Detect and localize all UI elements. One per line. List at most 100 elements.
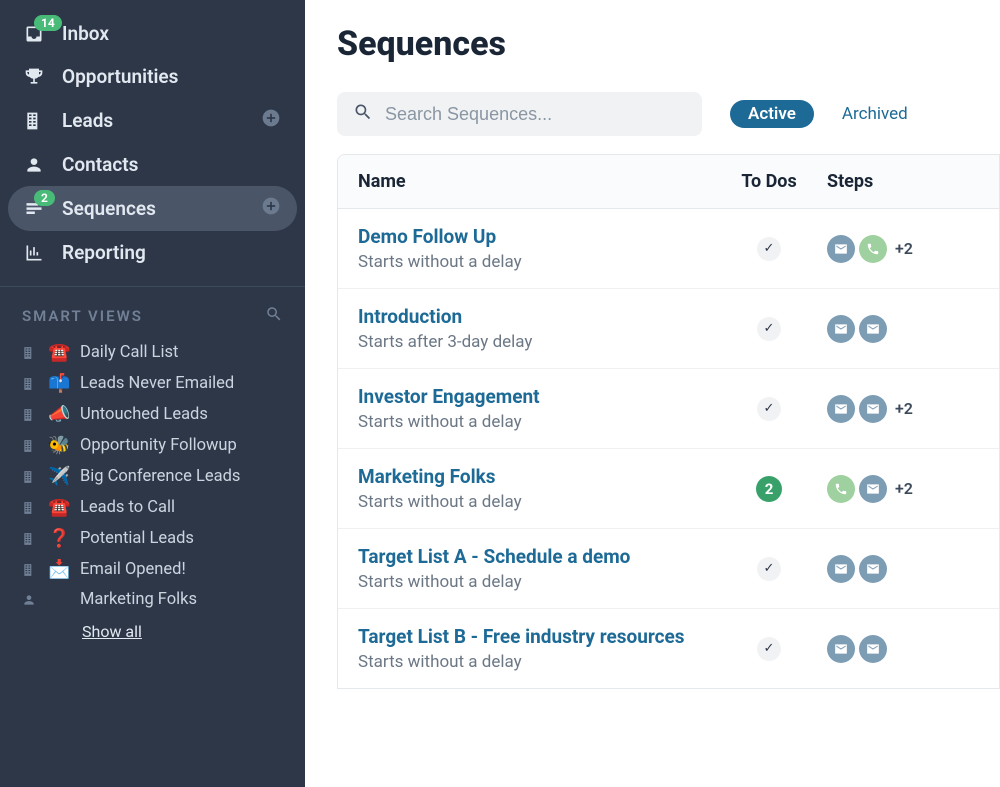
row-todos-cell: ✓	[719, 237, 819, 261]
sequence-subtitle: Starts without a delay	[358, 412, 719, 432]
mail-icon	[859, 635, 887, 663]
smart-view-item[interactable]: ✈️ Big Conference Leads	[0, 461, 305, 492]
mail-icon	[859, 395, 887, 423]
mail-icon	[859, 555, 887, 583]
todo-check-icon[interactable]: ✓	[757, 637, 781, 661]
smart-view-item[interactable]: 📫Leads Never Emailed	[0, 368, 305, 399]
sv-emoji: ☎️	[48, 497, 72, 518]
row-steps-cell	[819, 635, 979, 663]
steps-more: +2	[895, 479, 913, 498]
row-name-cell: Target List A - Schedule a demo Starts w…	[358, 545, 719, 592]
sidebar: 14InboxOpportunitiesLeadsContacts 2 Sequen…	[0, 0, 305, 787]
phone-icon	[859, 235, 887, 263]
filter-active[interactable]: Active	[730, 100, 814, 128]
smart-views-header: SMART VIEWS	[0, 305, 305, 337]
table-row: Introduction Starts after 3-day delay ✓	[338, 289, 999, 369]
sequence-title[interactable]: Introduction	[358, 305, 719, 328]
inbox-label: Inbox	[62, 22, 109, 45]
mail-icon	[827, 555, 855, 583]
table-header: Name To Dos Steps	[338, 155, 999, 209]
smart-view-item[interactable]: Marketing Folks	[0, 585, 305, 614]
sv-label: Potential Leads	[80, 529, 194, 548]
row-steps-cell	[819, 315, 979, 343]
building-icon	[22, 346, 38, 360]
sequences-label: Sequences	[62, 197, 156, 220]
sv-emoji: ✈️	[48, 466, 72, 487]
row-todos-cell: ✓	[719, 637, 819, 661]
nav-inbox[interactable]: 14Inbox	[8, 12, 297, 55]
sequence-title[interactable]: Demo Follow Up	[358, 225, 719, 248]
todo-check-icon[interactable]: ✓	[757, 317, 781, 341]
smart-view-item[interactable]: 📩 Email Opened!	[0, 554, 305, 585]
mail-icon	[827, 315, 855, 343]
smart-view-item[interactable]: ☎️Daily Call List	[0, 337, 305, 368]
main: Sequences Active Archived Name To Dos St…	[305, 0, 1000, 787]
sequences-badge: 2	[34, 190, 55, 206]
steps-more: +2	[895, 399, 913, 418]
smart-view-item[interactable]: 🐝Opportunity Followup	[0, 430, 305, 461]
sv-label: Email Opened!	[80, 560, 186, 579]
mail-icon	[827, 395, 855, 423]
row-steps-cell	[819, 555, 979, 583]
building-icon	[22, 501, 38, 515]
person-icon	[22, 593, 38, 607]
col-todos: To Dos	[719, 171, 819, 192]
search-icon[interactable]	[265, 305, 283, 327]
sequence-title[interactable]: Investor Engagement	[358, 385, 719, 408]
row-steps-cell: +2	[819, 475, 979, 503]
steps-more: +2	[895, 239, 913, 258]
table-row: Demo Follow Up Starts without a delay ✓ …	[338, 209, 999, 289]
leads-add-button[interactable]	[261, 108, 281, 133]
nav-leads[interactable]: Leads	[8, 98, 297, 143]
row-todos-cell: ✓	[719, 557, 819, 581]
sequence-title[interactable]: Target List B - Free industry resources	[358, 625, 719, 648]
sequence-title[interactable]: Marketing Folks	[358, 465, 719, 488]
col-name: Name	[358, 171, 719, 192]
mail-icon	[827, 635, 855, 663]
todo-check-icon[interactable]: ✓	[757, 557, 781, 581]
sequences-add-button[interactable]	[261, 196, 281, 221]
sequence-subtitle: Starts without a delay	[358, 572, 719, 592]
sv-label: Opportunity Followup	[80, 436, 237, 455]
sequences-icon: 2	[24, 198, 52, 220]
todo-check-icon[interactable]: ✓	[757, 397, 781, 421]
reporting-icon	[24, 242, 52, 264]
smart-view-item[interactable]: ☎️ Leads to Call	[0, 492, 305, 523]
smart-view-item[interactable]: ❓Potential Leads	[0, 523, 305, 554]
col-steps: Steps	[819, 171, 979, 192]
row-name-cell: Marketing Folks Starts without a delay	[358, 465, 719, 512]
sidebar-divider	[0, 286, 305, 287]
table-row: Target List A - Schedule a demo Starts w…	[338, 529, 999, 609]
opportunities-icon	[24, 66, 52, 88]
table-row: Investor Engagement Starts without a del…	[338, 369, 999, 449]
filter-archived[interactable]: Archived	[842, 104, 908, 124]
building-icon	[22, 563, 38, 577]
building-icon	[22, 470, 38, 484]
row-name-cell: Demo Follow Up Starts without a delay	[358, 225, 719, 272]
building-icon	[22, 439, 38, 453]
reporting-label: Reporting	[62, 241, 146, 264]
sv-label: Leads to Call	[80, 498, 175, 517]
smart-view-item[interactable]: 📣Untouched Leads	[0, 399, 305, 430]
sequence-subtitle: Starts without a delay	[358, 652, 719, 672]
nav-opportunities[interactable]: Opportunities	[8, 55, 297, 98]
row-name-cell: Introduction Starts after 3-day delay	[358, 305, 719, 352]
row-todos-cell: ✓	[719, 397, 819, 421]
nav-contacts[interactable]: Contacts	[8, 143, 297, 186]
todo-count[interactable]: 2	[756, 476, 782, 502]
page-title: Sequences	[305, 24, 1000, 82]
sequence-title[interactable]: Target List A - Schedule a demo	[358, 545, 719, 568]
building-icon	[22, 377, 38, 391]
sv-label: Marketing Folks	[80, 590, 197, 609]
show-all-link[interactable]: Show all	[0, 614, 305, 649]
row-todos-cell: ✓	[719, 317, 819, 341]
search-input[interactable]	[385, 104, 686, 125]
todo-check-icon[interactable]: ✓	[757, 237, 781, 261]
nav-reporting[interactable]: Reporting	[8, 231, 297, 274]
sv-label: Untouched Leads	[80, 405, 208, 424]
nav-sequences[interactable]: 2 Sequences	[8, 186, 297, 231]
sv-emoji: 📩	[48, 559, 72, 580]
row-name-cell: Target List B - Free industry resources …	[358, 625, 719, 672]
search-box[interactable]	[337, 92, 702, 136]
sv-label: Big Conference Leads	[80, 467, 240, 486]
